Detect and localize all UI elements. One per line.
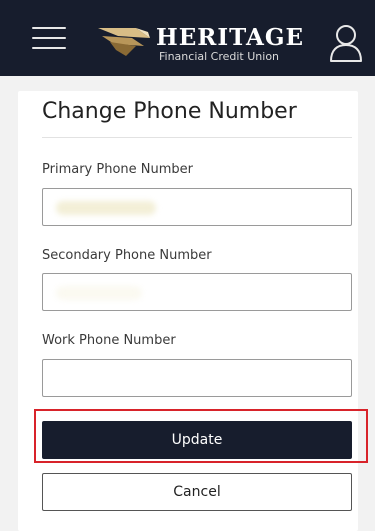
app-header: HERITAGE Financial Credit Union [0, 0, 375, 76]
change-phone-card: Change Phone Number Primary Phone Number… [18, 91, 368, 531]
hamburger-menu-icon[interactable] [32, 25, 66, 51]
update-button[interactable]: Update [42, 421, 352, 459]
brand-subtitle: Financial Credit Union [159, 50, 280, 63]
cancel-button[interactable]: Cancel [42, 473, 352, 511]
secondary-phone-label: Secondary Phone Number [42, 248, 212, 263]
redacted-value [56, 201, 156, 215]
work-phone-input[interactable] [42, 359, 352, 397]
redacted-value [56, 286, 142, 300]
eagle-logo-icon [98, 28, 150, 56]
title-divider [42, 137, 352, 138]
user-account-icon[interactable] [328, 23, 364, 63]
work-phone-label: Work Phone Number [42, 333, 176, 348]
primary-phone-label: Primary Phone Number [42, 162, 193, 177]
page-title: Change Phone Number [42, 99, 297, 124]
heritage-logo[interactable]: HERITAGE Financial Credit Union [96, 18, 306, 63]
brand-name: HERITAGE [156, 24, 305, 51]
